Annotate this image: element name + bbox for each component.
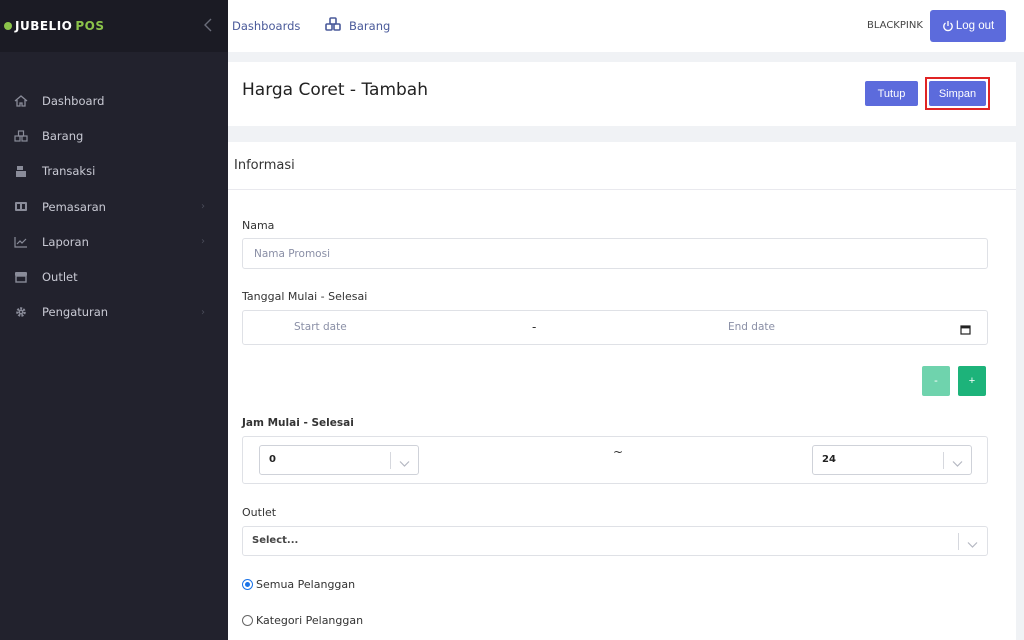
sidebar: JUBELIO POS Dashboard Barang Transaksi P… — [0, 0, 228, 640]
radio-checked-icon[interactable] — [242, 579, 253, 590]
page-header: Harga Coret - Tambah Tutup Simpan — [228, 62, 1016, 126]
breadcrumb-label: Barang — [349, 18, 391, 33]
start-hour-value: 0 — [269, 454, 276, 465]
chart-line-icon — [14, 235, 28, 249]
store-icon — [14, 270, 28, 284]
power-icon — [943, 21, 953, 32]
radio-category-label: Kategori Pelanggan — [256, 614, 364, 627]
page-title: Harga Coret - Tambah — [242, 80, 428, 100]
sidebar-item-transaksi[interactable]: Transaksi — [0, 154, 228, 189]
sidebar-menu: Dashboard Barang Transaksi Pemasaran › L… — [0, 83, 228, 330]
brand-logo[interactable]: JUBELIO POS — [0, 0, 228, 52]
hour-range-label: Jam Mulai - Selesai — [242, 417, 354, 429]
start-date-input[interactable]: Start date — [294, 321, 347, 333]
date-range-picker[interactable]: Start date - End date — [242, 310, 988, 345]
radio-all-customers[interactable]: Semua Pelanggan — [242, 578, 355, 591]
logout-button[interactable]: Log out — [930, 10, 1006, 42]
sidebar-item-pemasaran[interactable]: Pemasaran › — [0, 189, 228, 224]
sidebar-item-label: Dashboard — [42, 93, 105, 108]
hour-range-separator: ~ — [613, 445, 624, 459]
close-button[interactable]: Tutup — [865, 81, 918, 106]
radio-customer-category[interactable]: Kategori Pelanggan — [242, 614, 363, 627]
billboard-icon — [14, 200, 28, 214]
section-title: Informasi — [228, 142, 1016, 190]
sidebar-item-dashboard[interactable]: Dashboard — [0, 83, 228, 118]
form-card: Informasi Nama Nama Promosi Tanggal Mula… — [228, 142, 1016, 640]
outlet-label: Outlet — [242, 506, 277, 519]
start-hour-select[interactable]: 0 — [259, 445, 419, 475]
save-button[interactable]: Simpan — [929, 81, 986, 106]
cash-register-icon — [14, 164, 28, 178]
remove-range-button[interactable]: - — [922, 366, 950, 396]
promo-name-placeholder: Nama Promosi — [254, 248, 330, 260]
chevron-right-icon: › — [201, 201, 205, 213]
sidebar-item-label: Barang — [42, 128, 84, 143]
hour-range-box: 0 ~ 24 — [242, 436, 988, 484]
breadcrumb-barang[interactable]: Barang — [325, 17, 390, 34]
radio-all-label: Semua Pelanggan — [256, 578, 356, 591]
sidebar-item-label: Pengaturan — [42, 305, 109, 320]
select-divider — [390, 452, 391, 469]
select-divider — [958, 533, 959, 550]
end-hour-select[interactable]: 24 — [812, 445, 972, 475]
cubes-icon — [14, 129, 28, 143]
promo-name-input[interactable]: Nama Promosi — [242, 238, 988, 269]
brand-dot-icon — [4, 22, 12, 30]
select-divider — [943, 452, 944, 469]
sidebar-item-label: Laporan — [42, 234, 89, 249]
chevron-down-icon — [399, 454, 410, 473]
brand-name: JUBELIO — [15, 19, 73, 33]
chevron-down-icon — [967, 535, 978, 554]
add-range-button[interactable]: + — [958, 366, 986, 396]
end-hour-value: 24 — [822, 454, 836, 465]
end-date-input[interactable]: End date — [728, 321, 775, 333]
breadcrumb-dashboards[interactable]: Dashboards — [232, 19, 300, 33]
sidebar-item-laporan[interactable]: Laporan › — [0, 224, 228, 259]
logout-label: Log out — [955, 20, 995, 32]
date-range-label: Tanggal Mulai - Selesai — [242, 290, 368, 303]
sidebar-item-label: Outlet — [42, 270, 78, 285]
gear-icon — [14, 305, 28, 319]
top-bar: Dashboards Barang BLACKPINK Log out — [228, 0, 1024, 52]
sidebar-item-label: Pemasaran — [42, 199, 106, 214]
home-icon — [14, 94, 28, 108]
chevron-right-icon: › — [201, 306, 205, 318]
sidebar-item-label: Transaksi — [42, 164, 96, 179]
collapse-sidebar-icon[interactable] — [203, 18, 213, 36]
outlet-select[interactable]: Select... — [242, 526, 988, 556]
sidebar-item-outlet[interactable]: Outlet — [0, 259, 228, 294]
calendar-icon[interactable] — [960, 320, 971, 339]
sidebar-item-barang[interactable]: Barang — [0, 118, 228, 153]
chevron-down-icon — [952, 454, 963, 473]
name-label: Nama — [242, 219, 275, 232]
chevron-right-icon: › — [201, 236, 205, 248]
user-name: BLACKPINK — [867, 20, 923, 31]
outlet-placeholder: Select... — [252, 535, 299, 546]
radio-unchecked-icon[interactable] — [242, 615, 253, 626]
sidebar-item-pengaturan[interactable]: Pengaturan › — [0, 295, 228, 330]
brand-suffix: POS — [75, 19, 105, 33]
cubes-icon — [325, 17, 341, 34]
date-range-separator: - — [532, 320, 537, 334]
